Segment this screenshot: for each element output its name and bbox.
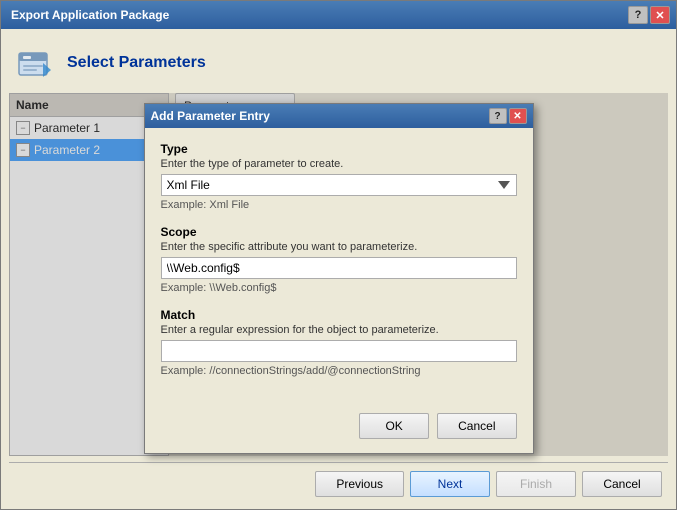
modal-body: Type Enter the type of parameter to crea… [145,128,533,405]
type-label: Type [161,142,517,156]
outer-window: Export Application Package ? ✕ Select Pa… [0,0,677,510]
finish-button[interactable]: Finish [496,471,576,497]
type-desc: Enter the type of parameter to create. [161,158,517,170]
modal-footer: OK Cancel [145,405,533,453]
match-field-group: Match Enter a regular expression for the… [161,308,517,377]
page-header: Select Parameters [9,37,668,93]
page-title: Select Parameters [67,54,206,72]
modal-close-button[interactable]: ✕ [509,108,527,124]
type-select[interactable]: Xml File String Boolean [161,174,517,196]
outer-window-title: Export Application Package [7,8,626,22]
ok-button[interactable]: OK [359,413,429,439]
previous-button[interactable]: Previous [315,471,404,497]
main-panel: Name − Parameter 1 − Parameter 2 Paramet… [9,93,668,456]
outer-titlebar: Export Application Package ? ✕ [1,1,676,29]
outer-content: Select Parameters Name − Parameter 1 − P… [1,29,676,509]
modal-cancel-button[interactable]: Cancel [437,413,516,439]
cancel-button[interactable]: Cancel [582,471,662,497]
scope-label: Scope [161,225,517,239]
page-icon [15,43,55,83]
match-input[interactable] [161,340,517,362]
modal-overlay: Add Parameter Entry ? ✕ Type Enter the t… [9,93,668,456]
bottom-nav: Previous Next Finish Cancel [9,462,668,501]
modal-title: Add Parameter Entry [151,109,487,123]
scope-field-group: Scope Enter the specific attribute you w… [161,225,517,294]
outer-help-button[interactable]: ? [628,6,648,24]
modal-dialog: Add Parameter Entry ? ✕ Type Enter the t… [144,103,534,454]
scope-desc: Enter the specific attribute you want to… [161,241,517,253]
match-desc: Enter a regular expression for the objec… [161,324,517,336]
scope-example: Example: \\Web.config$ [161,282,517,294]
match-example: Example: //connectionStrings/add/@connec… [161,365,517,377]
outer-close-button[interactable]: ✕ [650,6,670,24]
scope-input[interactable] [161,257,517,279]
match-label: Match [161,308,517,322]
modal-titlebar: Add Parameter Entry ? ✕ [145,104,533,128]
next-button[interactable]: Next [410,471,490,497]
type-field-group: Type Enter the type of parameter to crea… [161,142,517,211]
modal-help-button[interactable]: ? [489,108,507,124]
type-example: Example: Xml File [161,199,517,211]
